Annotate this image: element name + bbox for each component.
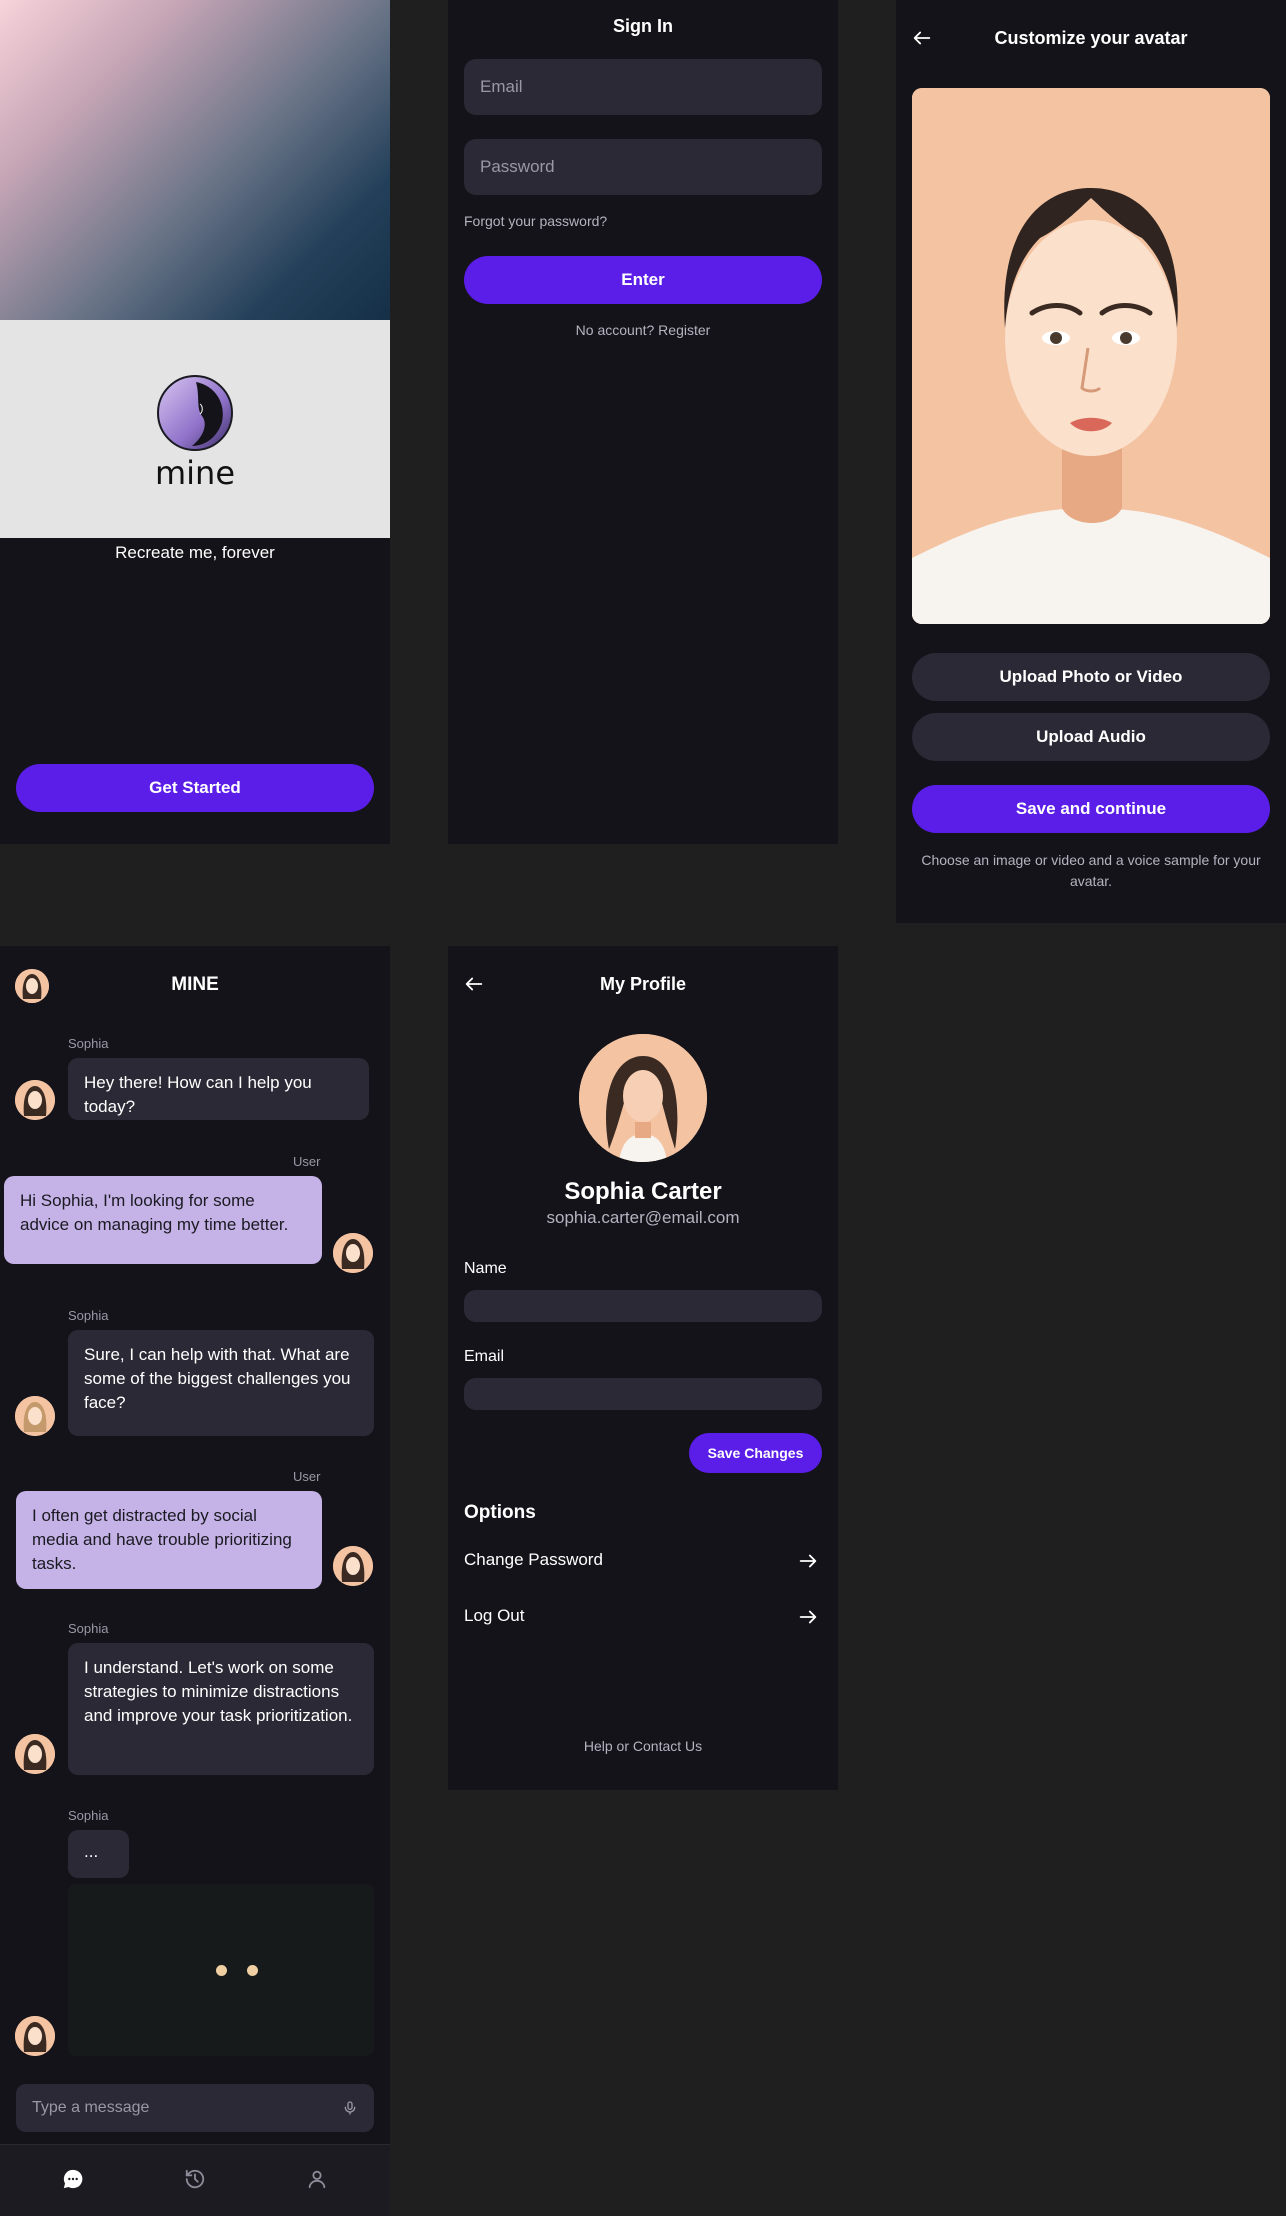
upload-photo-button[interactable]: Upload Photo or Video [912,653,1270,701]
logo-panel: mine [0,320,390,538]
customize-screen: Customize your avatar Upload Photo or Vi… [896,0,1286,923]
message-bubble: I often get distracted by social media a… [16,1491,322,1589]
bot-avatar [15,1734,55,1774]
bot-avatar [15,1396,55,1436]
hint-text: Choose an image or video and a voice sam… [921,852,1261,889]
change-password-label: Change Password [464,1550,603,1569]
chat-screen: MINE Sophia Hey there! How can I help yo… [0,946,390,2216]
logo-icon [156,374,234,452]
sender-label: Sophia [68,1308,109,1323]
signin-screen: Sign In Email Password Forgot your passw… [448,0,838,844]
avatar-preview-image [912,88,1270,624]
video-panel [68,1884,374,2056]
profile-screen: My Profile Sophia Carter sophia.carter@e… [448,946,838,1790]
options-heading: Options [464,1502,536,1523]
message-input[interactable]: Type a message [16,2084,374,2132]
user-avatar [333,1546,373,1586]
typing-bubble: ... [68,1830,129,1878]
loading-dot [216,1965,227,1976]
save-continue-button[interactable]: Save and continue [912,785,1270,833]
sender-label: Sophia [68,1036,109,1051]
logo-text: mine [154,454,236,492]
name-field[interactable] [464,1290,822,1322]
email-field[interactable]: Email [464,59,822,115]
bot-avatar [15,2016,55,2056]
forgot-password-link[interactable]: Forgot your password? [464,213,607,229]
user-avatar [333,1233,373,1273]
name-label: Name [464,1260,507,1277]
profile-email: sophia.carter@email.com [546,1208,740,1227]
loading-dot [247,1965,258,1976]
change-password-row[interactable]: Change Password [464,1546,822,1576]
sender-label: User [293,1469,321,1484]
password-field[interactable]: Password [464,139,822,195]
page-title: My Profile [599,974,687,994]
upload-audio-button[interactable]: Upload Audio [912,713,1270,761]
save-changes-button[interactable]: Save Changes [689,1433,822,1473]
chat-title: MINE [171,974,219,995]
message-bubble: Sure, I can help with that. What are som… [68,1330,374,1436]
sender-label: Sophia [68,1621,109,1636]
page-title: Sign In [613,16,673,36]
bottom-nav [0,2144,390,2216]
help-link[interactable]: Help or Contact Us [448,1738,838,1754]
hero-gradient-image [0,0,390,320]
page-title: Customize your avatar [994,28,1188,48]
arrow-right-icon [796,1605,820,1629]
profile-name: Sophia Carter [564,1178,722,1205]
enter-button[interactable]: Enter [464,256,822,304]
history-icon[interactable] [183,2167,207,2191]
logout-label: Log Out [464,1606,525,1625]
register-link[interactable]: No account? Register [448,322,838,338]
tagline: Recreate me, forever [115,543,275,562]
message-bubble: I understand. Let's work on some strateg… [68,1643,374,1775]
sender-label: User [293,1154,321,1169]
message-bubble: Hi Sophia, I'm looking for some advice o… [4,1176,322,1264]
profile-avatar[interactable] [579,1034,707,1162]
chat-icon[interactable] [61,2167,85,2191]
welcome-screen: mine Recreate me, forever Get Started [0,0,390,844]
email-label: Email [464,1348,505,1365]
arrow-right-icon [796,1549,820,1573]
microphone-icon[interactable] [340,2098,360,2118]
message-bubble: Hey there! How can I help you today? [68,1058,369,1120]
get-started-button[interactable]: Get Started [16,764,374,812]
profile-icon[interactable] [305,2167,329,2191]
sender-label: Sophia [68,1808,109,1823]
logout-row[interactable]: Log Out [464,1602,822,1632]
email-field[interactable] [464,1378,822,1410]
bot-avatar [15,1080,55,1120]
